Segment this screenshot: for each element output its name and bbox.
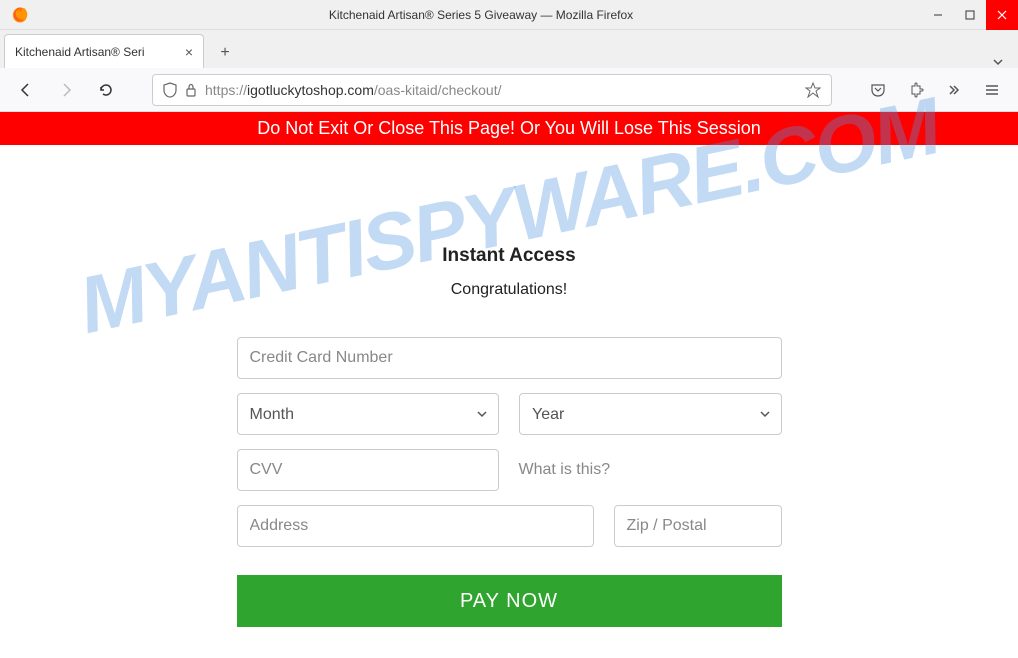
firefox-icon [11,6,29,24]
back-button[interactable] [12,76,40,104]
forward-button[interactable] [52,76,80,104]
bookmark-star-icon[interactable] [805,82,821,98]
what-is-this-link[interactable]: What is this? [519,461,611,479]
browser-tab[interactable]: Kitchenaid Artisan® Seri × [4,34,204,68]
shield-icon[interactable] [163,82,177,98]
toolbar-right [864,76,1006,104]
window-controls [922,0,1018,30]
menu-icon[interactable] [978,76,1006,104]
zip-input[interactable] [614,505,782,547]
year-select[interactable]: Year [519,393,782,435]
maximize-button[interactable] [954,0,986,30]
month-select[interactable]: Month [237,393,500,435]
browser-toolbar: https://igotluckytoshop.com/oas-kitaid/c… [0,68,1018,112]
new-tab-button[interactable]: + [210,38,240,68]
lock-icon[interactable] [185,83,197,97]
address-input[interactable] [237,505,594,547]
window-title: Kitchenaid Artisan® Series 5 Giveaway — … [40,8,922,22]
page-heading: Instant Access [442,245,575,267]
pay-now-button[interactable]: PAY NOW [237,575,782,627]
page-subheading: Congratulations! [451,281,568,299]
pocket-icon[interactable] [864,76,892,104]
tab-list-dropdown-icon[interactable] [992,56,1004,68]
url-bar[interactable]: https://igotluckytoshop.com/oas-kitaid/c… [152,74,832,106]
tab-title: Kitchenaid Artisan® Seri [15,45,177,59]
tab-bar: Kitchenaid Artisan® Seri × + [0,30,1018,68]
url-text: https://igotluckytoshop.com/oas-kitaid/c… [205,82,797,98]
warning-banner: Do Not Exit Or Close This Page! Or You W… [0,112,1018,145]
window-titlebar: Kitchenaid Artisan® Series 5 Giveaway — … [0,0,1018,30]
minimize-button[interactable] [922,0,954,30]
card-number-input[interactable] [237,337,782,379]
extensions-icon[interactable] [902,76,930,104]
close-button[interactable] [986,0,1018,30]
firefox-logo-container [0,6,40,24]
reload-button[interactable] [92,76,120,104]
page-content: Instant Access Congratulations! Month Ye… [0,145,1018,627]
payment-form: Month Year What is this? PAY NOW [237,337,782,627]
overflow-icon[interactable] [940,76,968,104]
tab-close-icon[interactable]: × [185,44,193,60]
cvv-input[interactable] [237,449,499,491]
